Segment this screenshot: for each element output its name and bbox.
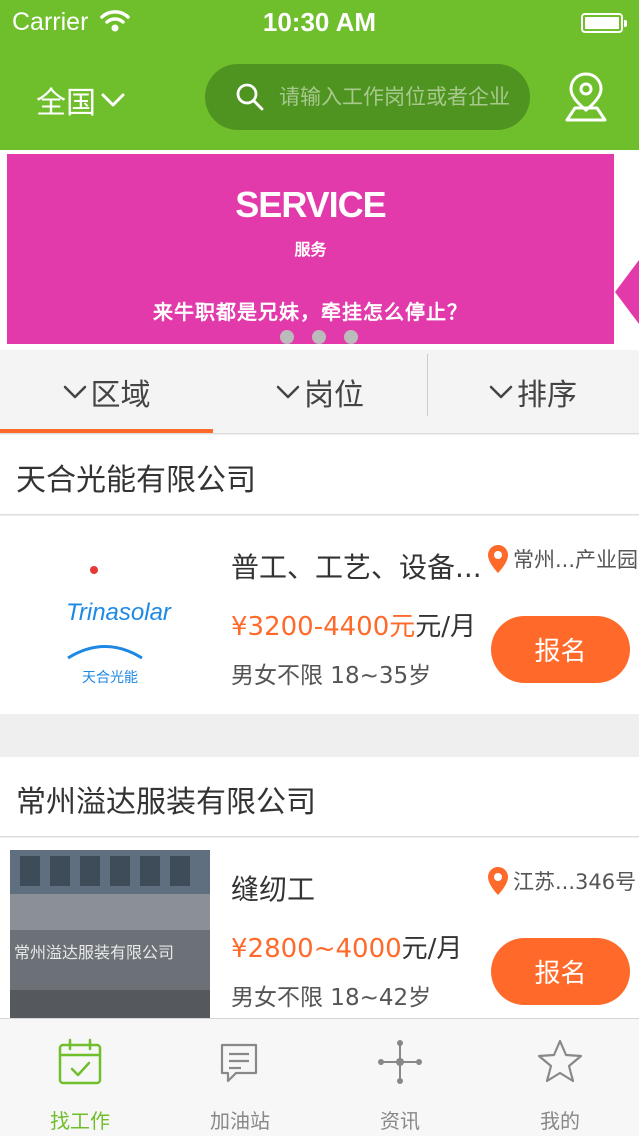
tab-label: 找工作 bbox=[50, 1109, 110, 1133]
search-icon bbox=[236, 83, 264, 111]
battery-icon bbox=[581, 13, 627, 33]
job-title: 缝纫工 bbox=[231, 873, 316, 906]
promo-banner[interactable]: SERVICE 服务 来牛职都是兄妹，牵挂怎么停止？ bbox=[0, 150, 639, 350]
status-bar: Carrier 10:30 AM bbox=[0, 0, 639, 44]
salary-range: ¥2800~4000 bbox=[231, 934, 402, 964]
location-text: 常州...产业园 bbox=[513, 548, 639, 572]
tab-mine[interactable]: 我的 bbox=[480, 1019, 639, 1136]
job-location: 江苏...346号 bbox=[487, 866, 636, 896]
region-selector[interactable]: 全国 bbox=[36, 78, 126, 122]
bottom-tab-bar: 找工作 加油站 资讯 我的 bbox=[0, 1018, 639, 1136]
carousel-dots[interactable] bbox=[280, 330, 358, 344]
job-salary: ¥3200-4400元元/月 bbox=[231, 606, 476, 643]
banner-subtitle: 服务 bbox=[294, 240, 327, 259]
tab-find-job[interactable]: 找工作 bbox=[0, 1019, 160, 1136]
network-icon bbox=[378, 1040, 422, 1084]
tab-gas-station[interactable]: 加油站 bbox=[160, 1019, 320, 1136]
tab-label: 我的 bbox=[540, 1109, 580, 1133]
banner-title: SERVICE bbox=[235, 184, 386, 225]
job-salary: ¥2800~4000元/月 bbox=[231, 928, 462, 965]
location-pin-icon bbox=[488, 545, 508, 573]
company-name: 天合光能有限公司 bbox=[16, 463, 256, 498]
salary-range: ¥3200-4400元 bbox=[231, 612, 416, 642]
status-time: 10:30 AM bbox=[262, 7, 377, 37]
filter-bar: 区域 岗位 排序 bbox=[0, 350, 639, 434]
tab-news[interactable]: 资讯 bbox=[320, 1019, 480, 1136]
carousel-dot[interactable] bbox=[312, 330, 326, 344]
filter-tab-position[interactable]: 岗位 bbox=[213, 350, 427, 434]
svg-text:天合光能: 天合光能 bbox=[82, 670, 138, 686]
filter-label: 区域 bbox=[90, 378, 151, 413]
location-pin-icon bbox=[488, 867, 508, 895]
svg-text:常州溢达服装有限公司: 常州溢达服装有限公司 bbox=[14, 943, 174, 962]
carousel-dot[interactable] bbox=[344, 330, 358, 344]
active-filter-indicator bbox=[0, 429, 213, 433]
salary-unit: 元/月 bbox=[401, 934, 463, 964]
job-card[interactable]: Trinasolar 天合光能 普工、工艺、设备... ¥3200-4400元元… bbox=[0, 516, 639, 714]
filter-tab-sort[interactable]: 排序 bbox=[427, 350, 639, 434]
region-label: 全国 bbox=[36, 86, 96, 121]
banner-next-peek bbox=[615, 260, 639, 324]
top-header: Carrier 10:30 AM 全国 bbox=[0, 0, 639, 150]
location-text: 江苏...346号 bbox=[513, 870, 637, 894]
filter-label: 排序 bbox=[517, 378, 577, 413]
banner-card: SERVICE 服务 来牛职都是兄妹，牵挂怎么停止？ bbox=[7, 154, 614, 344]
company-photo: 常州溢达服装有限公司 bbox=[10, 850, 210, 1018]
job-requirement: 男女不限 18~35岁 bbox=[231, 663, 432, 689]
job-location: 常州...产业园 bbox=[487, 544, 638, 574]
chevron-down-icon bbox=[489, 385, 513, 399]
job-requirement: 男女不限 18~42岁 bbox=[231, 985, 432, 1011]
filter-label: 岗位 bbox=[304, 378, 364, 413]
carousel-dot[interactable] bbox=[280, 330, 294, 344]
tab-label: 资讯 bbox=[380, 1109, 420, 1133]
job-card[interactable]: 常州溢达服装有限公司 缝纫工 ¥2800~4000元/月 男女不限 18~42岁… bbox=[0, 838, 639, 1018]
salary-unit: 元/月 bbox=[415, 612, 477, 642]
company-header[interactable]: 常州溢达服装有限公司 bbox=[0, 757, 639, 837]
svg-text:Trinasolar: Trinasolar bbox=[66, 599, 172, 626]
chevron-down-icon bbox=[276, 385, 300, 399]
tab-label: 加油站 bbox=[210, 1109, 270, 1133]
banner-slogan: 来牛职都是兄妹，牵挂怎么停止？ bbox=[153, 300, 468, 324]
message-edit-icon bbox=[220, 1043, 258, 1083]
company-name: 常州溢达服装有限公司 bbox=[16, 785, 316, 820]
star-icon bbox=[537, 1039, 583, 1083]
apply-button[interactable]: 报名 bbox=[491, 938, 630, 1005]
apply-button[interactable]: 报名 bbox=[491, 616, 630, 683]
chevron-down-icon bbox=[63, 385, 86, 399]
map-pin-icon[interactable] bbox=[563, 70, 609, 124]
chevron-down-icon bbox=[101, 93, 125, 107]
company-logo: Trinasolar 天合光能 bbox=[10, 530, 200, 700]
search-bar[interactable] bbox=[205, 64, 530, 130]
search-input[interactable] bbox=[279, 85, 509, 109]
filter-tab-region[interactable]: 区域 bbox=[0, 350, 213, 434]
calendar-check-icon bbox=[58, 1038, 102, 1085]
company-header[interactable]: 天合光能有限公司 bbox=[0, 435, 639, 515]
job-title: 普工、工艺、设备... bbox=[231, 551, 482, 584]
